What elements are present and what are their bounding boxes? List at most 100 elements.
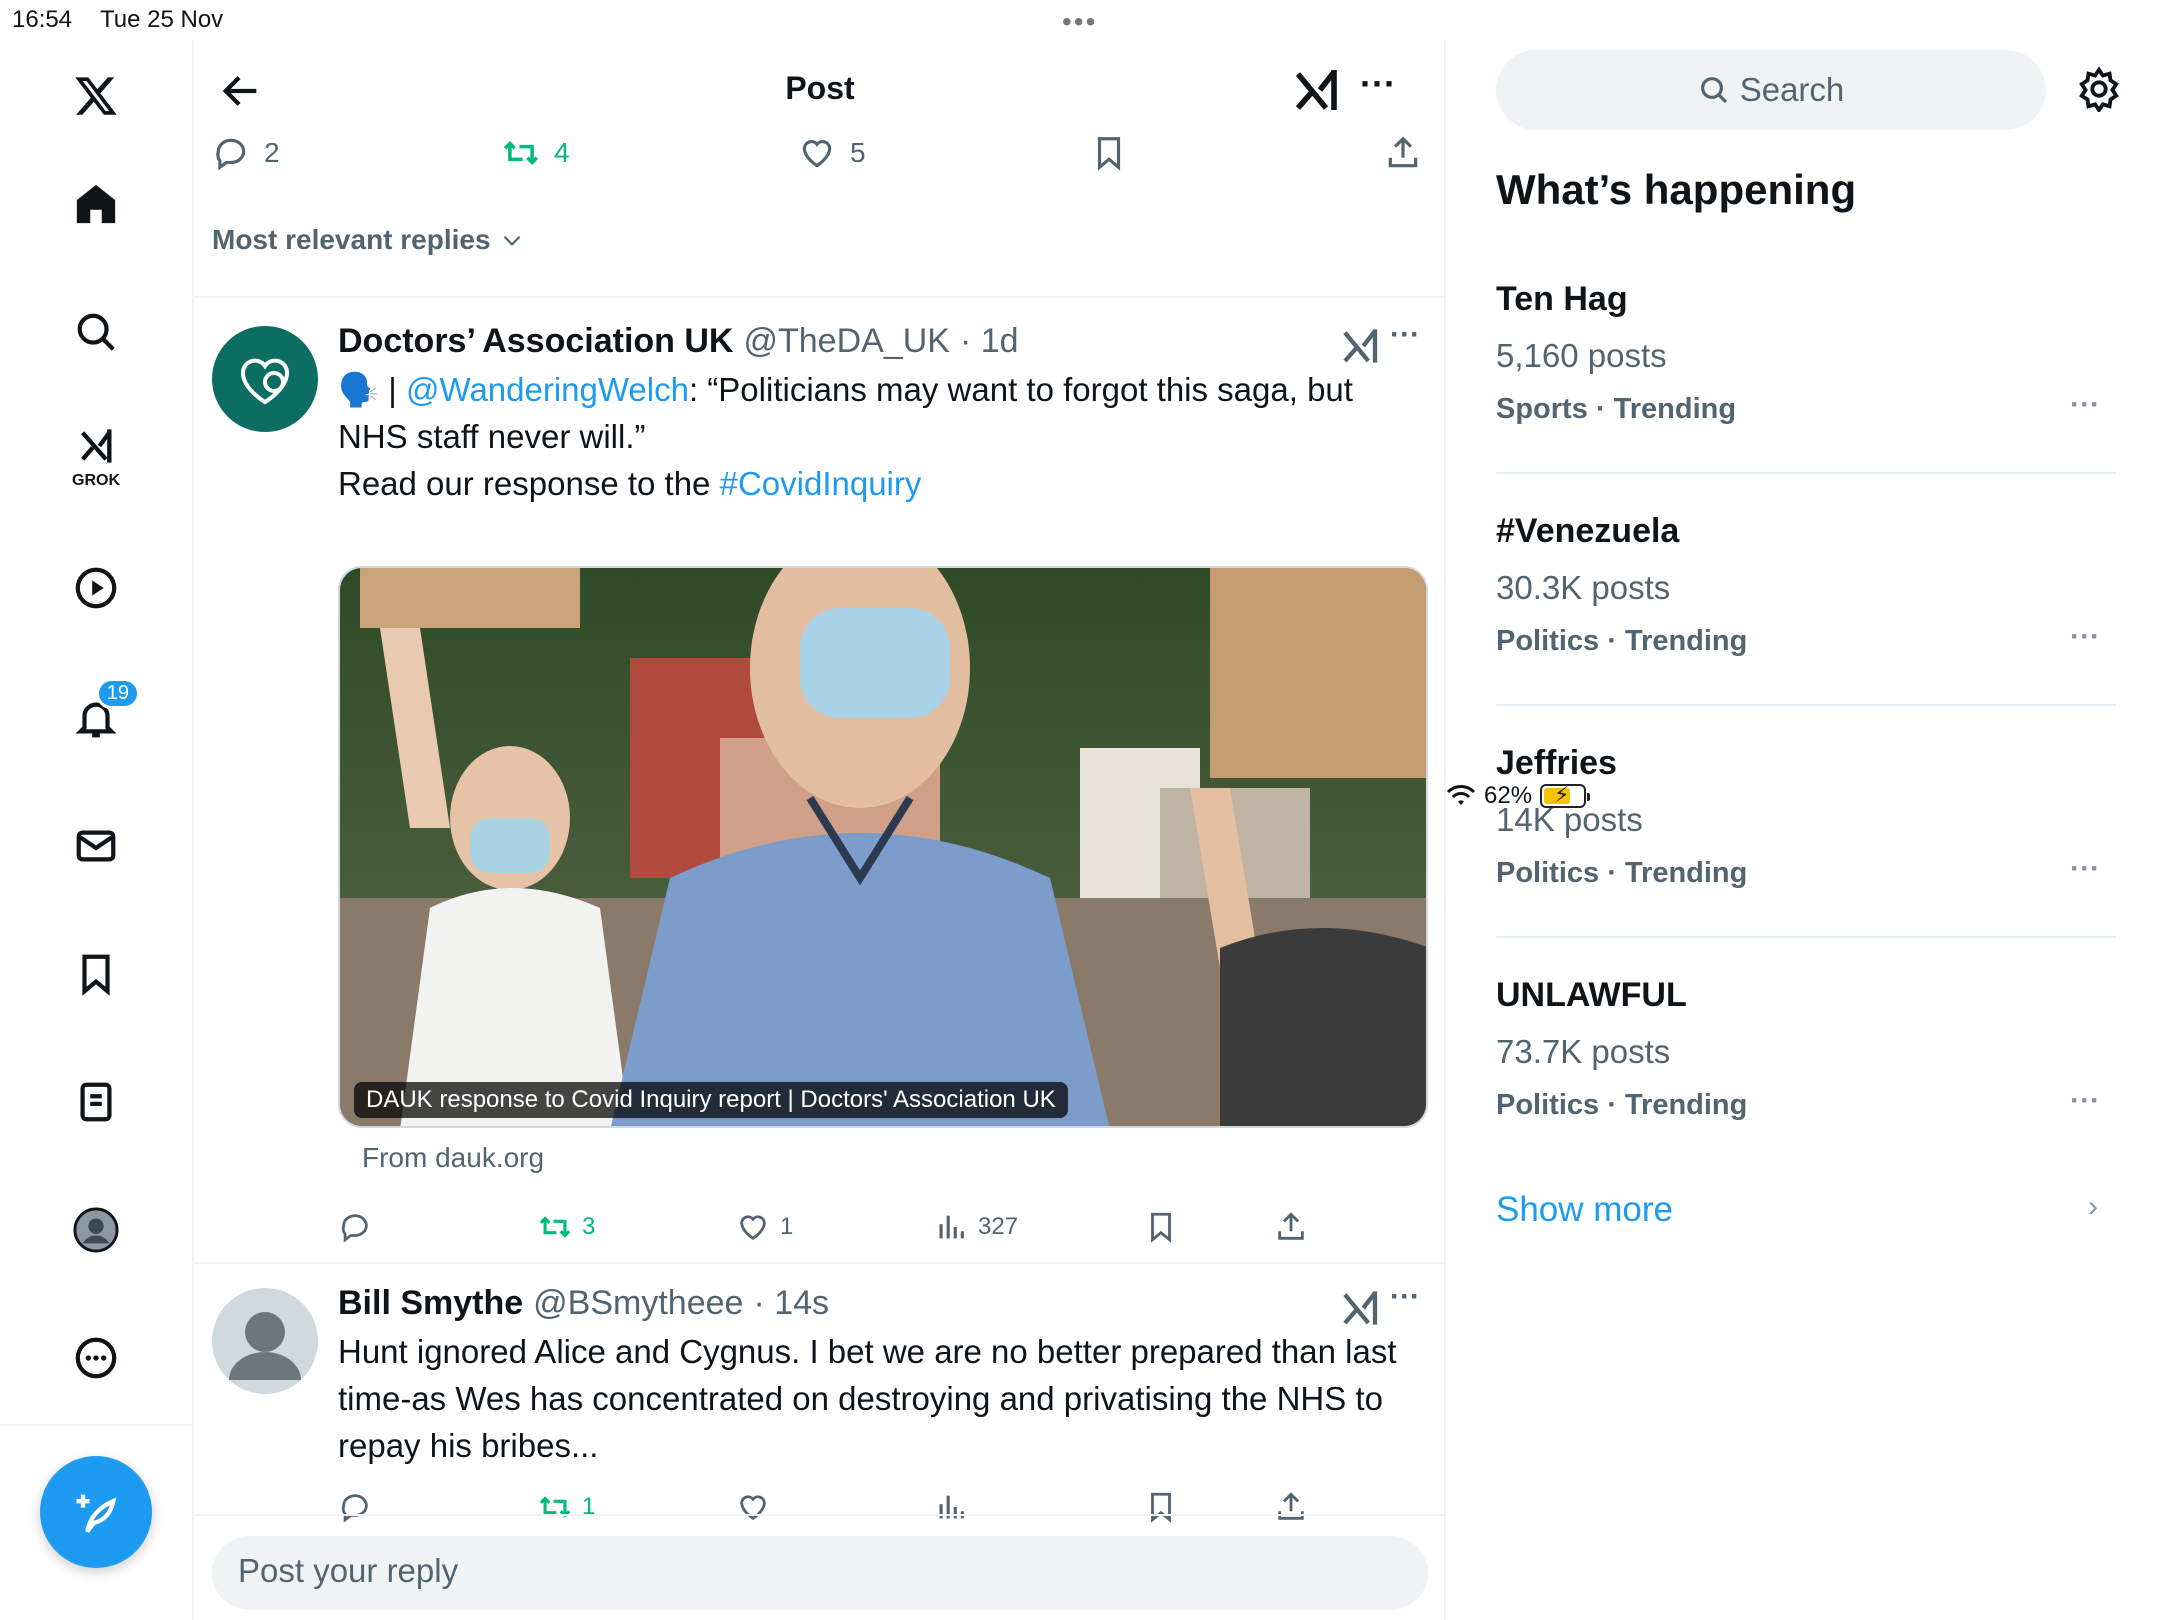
- mention-link[interactable]: @WanderingWelch: [406, 371, 689, 408]
- bookmark-button[interactable]: [1090, 134, 1128, 172]
- protest-photo: [340, 568, 1426, 1126]
- gear-icon[interactable]: [2076, 66, 2122, 112]
- multitasking-dots[interactable]: •••: [1062, 6, 1097, 38]
- reply-tweet[interactable]: Bill Smythe @BSmytheee · 14s ··· Hunt ig…: [194, 1264, 1446, 1554]
- trend-more-icon[interactable]: ···: [2070, 1084, 2100, 1118]
- share-button[interactable]: [1274, 1210, 1308, 1244]
- profile-avatar-icon[interactable]: [66, 1200, 126, 1260]
- repost-button[interactable]: 4: [502, 134, 570, 172]
- like-button[interactable]: [736, 1490, 770, 1524]
- repost-button[interactable]: 3: [538, 1210, 595, 1244]
- reply-button[interactable]: [338, 1490, 372, 1524]
- trend-more-icon[interactable]: ···: [2070, 852, 2100, 886]
- trend-category: Sports · Trending: [1496, 393, 1737, 425]
- repost-icon: [503, 141, 539, 165]
- trend-item[interactable]: UNLAWFUL 73.7K posts Politics · Trending…: [1496, 976, 2116, 1122]
- status-time: 16:54: [12, 6, 73, 33]
- repost-icon: [539, 1496, 571, 1518]
- trend-more-icon[interactable]: ···: [2070, 388, 2100, 422]
- bookmark-icon: [1151, 1492, 1171, 1523]
- trend-name: Ten Hag: [1496, 280, 1628, 318]
- share-button[interactable]: [1384, 134, 1422, 172]
- x-logo-icon[interactable]: [66, 66, 126, 126]
- tweet-more-icon[interactable]: ···: [1390, 318, 1420, 352]
- status-bar: 16:54 Tue 25 Nov ••• 62% ⚡: [0, 0, 2160, 809]
- author-handle[interactable]: @TheDA_UK: [743, 322, 949, 361]
- speaking-head-emoji: 🗣️: [338, 371, 380, 408]
- main-column: Post ··· 2 4 5 Most relevant replies Doc…: [194, 40, 1446, 1620]
- lists-icon[interactable]: [66, 1072, 126, 1132]
- trend-name: UNLAWFUL: [1496, 976, 1687, 1014]
- trend-count: 14K posts: [1496, 801, 1643, 838]
- bookmarks-icon[interactable]: [66, 944, 126, 1004]
- compose-post-button[interactable]: [40, 1456, 152, 1568]
- grok-icon[interactable]: [1292, 66, 1340, 114]
- author-name[interactable]: Doctors’ Association UK: [338, 322, 733, 361]
- dauk-heart-logo: [240, 358, 290, 405]
- trend-more-icon[interactable]: ···: [2070, 620, 2100, 654]
- heart-icon: [740, 1215, 766, 1241]
- reply-button[interactable]: 2: [212, 134, 280, 172]
- divider: [1496, 472, 2116, 474]
- reply-count: 2: [264, 137, 280, 168]
- hashtag-link[interactable]: #CovidInquiry: [720, 465, 922, 502]
- search-icon: [1700, 77, 1727, 104]
- repost-count: 4: [554, 137, 570, 168]
- views-button[interactable]: [934, 1490, 968, 1524]
- tweet-actions: 1: [338, 1490, 1398, 1530]
- views-count: 327: [978, 1213, 1019, 1240]
- show-more-link[interactable]: Show more: [1496, 1190, 1673, 1230]
- link-source[interactable]: From dauk.org: [362, 1142, 544, 1174]
- grok-icon[interactable]: [1340, 1288, 1380, 1328]
- trend-name: #Venezuela: [1496, 512, 1680, 550]
- reply-button[interactable]: [338, 1210, 372, 1244]
- notifications-badge: 19: [95, 678, 140, 709]
- bookmark-button[interactable]: [1144, 1210, 1178, 1244]
- like-button[interactable]: 1: [736, 1210, 793, 1244]
- repost-button[interactable]: 1: [538, 1490, 595, 1524]
- trend-count: 73.7K posts: [1496, 1033, 1671, 1070]
- trend-item[interactable]: Ten Hag 5,160 posts Sports · Trending ··…: [1496, 280, 2116, 426]
- explore-search-icon[interactable]: [66, 302, 126, 362]
- bookmark-button[interactable]: [1144, 1490, 1178, 1524]
- trend-name: Jeffries: [1496, 744, 1617, 782]
- grok-label: GROK: [72, 472, 120, 489]
- tweet-text-part: Read our response to the: [338, 465, 720, 502]
- share-button[interactable]: [1274, 1490, 1308, 1524]
- avatar[interactable]: [212, 326, 318, 432]
- views-chart-icon: [939, 1215, 964, 1239]
- video-play-icon[interactable]: [66, 558, 126, 618]
- reply-tweet[interactable]: Doctors’ Association UK @TheDA_UK · 1d ·…: [194, 298, 1446, 1262]
- reply-icon: [341, 1494, 368, 1523]
- reply-input[interactable]: Post your reply: [212, 1536, 1428, 1610]
- tweet-more-icon[interactable]: ···: [1390, 1280, 1420, 1314]
- tweet-actions: 3 1 327: [338, 1210, 1398, 1250]
- search-placeholder: Search: [1739, 71, 1845, 108]
- views-button[interactable]: 327: [934, 1210, 1018, 1244]
- more-options-icon[interactable]: [66, 1328, 126, 1388]
- search-input[interactable]: Search: [1496, 50, 2046, 130]
- like-button[interactable]: 5: [798, 134, 866, 172]
- more-menu-icon[interactable]: ···: [1354, 66, 1402, 114]
- compose-feather-icon: [76, 1494, 117, 1533]
- tweet-time: · 14s: [753, 1284, 830, 1322]
- sort-replies-dropdown[interactable]: Most relevant replies: [212, 224, 525, 256]
- share-upload-icon: [1278, 1492, 1304, 1520]
- home-icon[interactable]: [66, 174, 126, 234]
- trend-item[interactable]: #Venezuela 30.3K posts Politics · Trendi…: [1496, 512, 2116, 658]
- default-avatar-icon: [229, 1312, 301, 1380]
- reply-icon: [341, 1214, 368, 1243]
- trend-count: 30.3K posts: [1496, 569, 1671, 606]
- grok-icon[interactable]: [1340, 326, 1380, 366]
- trend-category: Politics · Trending: [1496, 625, 1748, 657]
- avatar[interactable]: [212, 1288, 318, 1394]
- author-handle[interactable]: @BSmytheee: [533, 1284, 743, 1323]
- nav-divider: [0, 1424, 194, 1426]
- notifications-bell-icon[interactable]: 19: [66, 678, 140, 748]
- tweet-header: Doctors’ Association UK @TheDA_UK · 1d: [338, 322, 1019, 361]
- link-card-image[interactable]: DAUK response to Covid Inquiry report | …: [338, 566, 1428, 1128]
- author-name[interactable]: Bill Smythe: [338, 1284, 523, 1323]
- grok-icon[interactable]: GROK: [66, 424, 126, 489]
- messages-envelope-icon[interactable]: [66, 816, 126, 876]
- trend-item[interactable]: Jeffries 14K posts Politics · Trending ·…: [1496, 744, 2116, 890]
